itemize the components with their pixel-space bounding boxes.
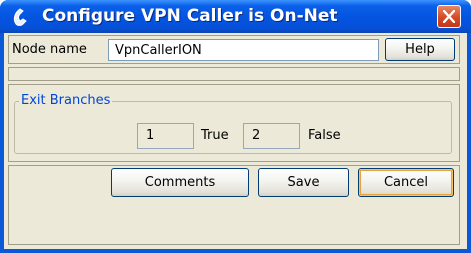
node-name-label: Node name bbox=[12, 42, 87, 57]
help-button[interactable]: Help bbox=[385, 38, 455, 61]
button-bar: Comments Save Cancel bbox=[8, 165, 460, 245]
true-branch-label: True bbox=[201, 128, 229, 143]
title-bar[interactable]: Configure VPN Caller is On-Net bbox=[0, 0, 471, 33]
comments-button[interactable]: Comments bbox=[111, 168, 249, 197]
status-strip bbox=[8, 67, 460, 81]
phone-handset-icon bbox=[11, 6, 33, 28]
true-branch-field: 1 bbox=[137, 123, 194, 149]
close-button[interactable] bbox=[437, 5, 461, 28]
node-name-row: Node name Help bbox=[8, 35, 460, 64]
dialog-content: Node name Help Exit Branches 1 True 2 Fa… bbox=[4, 33, 467, 249]
exit-branches-panel: Exit Branches 1 True 2 False bbox=[8, 84, 460, 162]
exit-branches-groupbox bbox=[14, 101, 452, 154]
save-button[interactable]: Save bbox=[258, 168, 349, 197]
close-x-icon bbox=[443, 10, 455, 23]
exit-branches-legend: Exit Branches bbox=[19, 93, 113, 108]
cancel-button[interactable]: Cancel bbox=[358, 168, 454, 197]
false-branch-label: False bbox=[308, 128, 341, 143]
dialog-window: Configure VPN Caller is On-Net Node name… bbox=[0, 0, 471, 253]
window-title: Configure VPN Caller is On-Net bbox=[42, 6, 338, 26]
false-branch-field: 2 bbox=[243, 123, 300, 149]
node-name-input[interactable] bbox=[108, 39, 379, 61]
